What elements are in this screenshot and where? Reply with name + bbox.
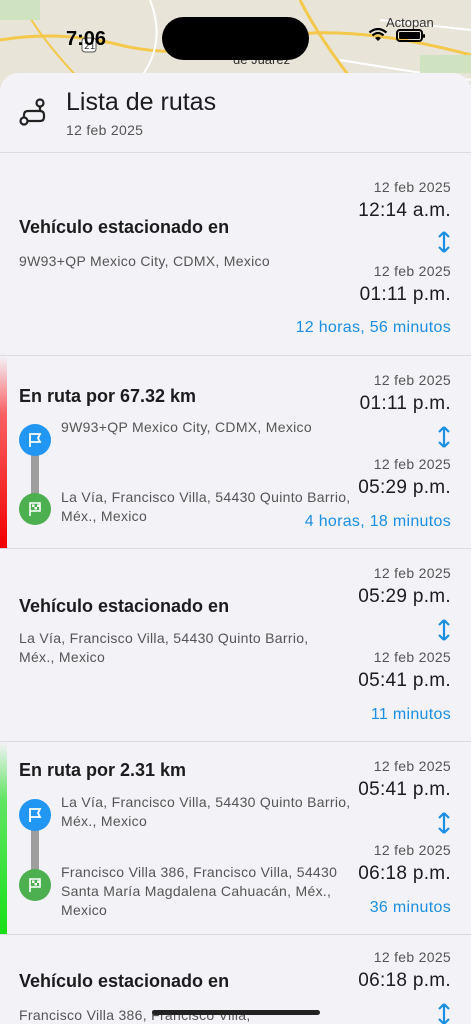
home-indicator[interactable] <box>152 1010 320 1015</box>
status-icons <box>368 28 425 42</box>
start-flag-icon <box>19 799 51 831</box>
finish-flag-icon <box>19 493 51 525</box>
start-flag-icon <box>19 424 51 456</box>
duration: 36 minutos <box>369 899 451 916</box>
item-title: Vehículo estacionado en <box>19 217 230 237</box>
start-time: 12:14 a.m. <box>358 200 451 221</box>
route-from-address: 9W93+QP Mexico City, CDMX, Mexico <box>61 419 312 435</box>
up-down-arrow-icon <box>438 812 450 834</box>
start-date: 12 feb 2025 <box>373 372 451 388</box>
end-time: 06:18 p.m. <box>358 863 451 884</box>
page-date: 12 feb 2025 <box>66 122 144 138</box>
wifi-icon <box>368 28 388 41</box>
route-color-stripe <box>0 356 7 548</box>
list-item-parked[interactable]: Vehículo estacionado en 9W93+QP Mexico C… <box>0 153 471 356</box>
list-item-route[interactable]: En ruta por 67.32 km 9W93+QP Mexico City… <box>0 356 471 549</box>
start-date: 12 feb 2025 <box>373 758 451 774</box>
item-title: Vehículo estacionado en <box>19 596 230 616</box>
up-down-arrow-icon <box>438 426 450 448</box>
end-time: 01:11 p.m. <box>359 284 451 305</box>
start-time: 05:29 p.m. <box>358 586 451 607</box>
duration: 12 horas, 56 minutos <box>295 319 451 336</box>
route-from-address: La Vía, Francisco Villa, 54430 Quinto Ba… <box>61 794 351 829</box>
list-item-route[interactable]: En ruta por 2.31 km La Vía, Francisco Vi… <box>0 742 471 935</box>
end-date: 12 feb 2025 <box>373 456 451 472</box>
start-date: 12 feb 2025 <box>373 949 451 965</box>
page-title: Lista de rutas <box>66 88 217 116</box>
end-time: 05:41 p.m. <box>358 670 451 691</box>
status-time: 7:06 <box>66 28 107 50</box>
start-date: 12 feb 2025 <box>373 565 451 581</box>
duration: 4 horas, 18 minutos <box>304 513 451 530</box>
dynamic-island <box>162 17 309 60</box>
item-title: En ruta por 67.32 km <box>19 386 197 406</box>
finish-flag-icon <box>19 869 51 901</box>
routes-sheet[interactable]: Lista de rutas 12 feb 2025 Vehículo esta… <box>0 73 471 1024</box>
start-date: 12 feb 2025 <box>373 179 451 195</box>
start-time: 06:18 p.m. <box>358 970 451 991</box>
route-color-stripe <box>0 742 7 934</box>
up-down-arrow-icon <box>438 1003 450 1024</box>
item-title: En ruta por 2.31 km <box>19 760 187 780</box>
start-time: 05:41 p.m. <box>358 779 451 800</box>
start-time: 01:11 p.m. <box>359 393 451 414</box>
route-icon <box>19 98 46 126</box>
item-title: Vehículo estacionado en <box>19 971 230 991</box>
battery-icon <box>396 28 425 42</box>
route-to-address: Francisco Villa 386, Francisco Villa, 54… <box>61 864 338 918</box>
up-down-arrow-icon <box>438 619 450 641</box>
end-date: 12 feb 2025 <box>373 649 451 665</box>
item-address: 9W93+QP Mexico City, CDMX, Mexico <box>19 253 270 269</box>
item-address: Francisco Villa 386, Francisco Villa, <box>19 1007 251 1023</box>
list-item-parked[interactable]: Vehículo estacionado en La Vía, Francisc… <box>0 549 471 742</box>
up-down-arrow-icon <box>438 231 450 253</box>
end-date: 12 feb 2025 <box>373 842 451 858</box>
duration: 11 minutos <box>370 706 451 723</box>
end-time: 05:29 p.m. <box>358 477 451 498</box>
item-address: La Vía, Francisco Villa, 54430 Quinto Ba… <box>19 630 309 665</box>
routes-header: Lista de rutas 12 feb 2025 <box>0 73 471 153</box>
end-date: 12 feb 2025 <box>373 263 451 279</box>
